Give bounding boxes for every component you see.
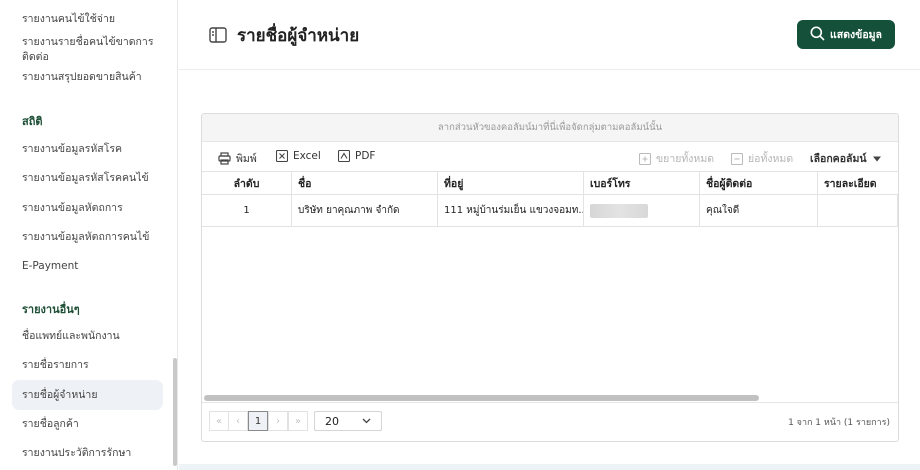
sidebar-item-procedure[interactable]: รายงานข้อมูลหัตถการ	[22, 201, 162, 216]
horizontal-scrollbar[interactable]	[204, 395, 759, 401]
sidebar-item-patient-expense[interactable]: รายงานคนไข้ใช้จ่าย	[22, 12, 162, 27]
choose-columns-label: เลือกคอลัมน์	[810, 153, 867, 165]
sidebar-section-other: รายงานอื่นๆ	[22, 303, 80, 316]
page-size-value: 20	[325, 414, 339, 428]
table-row[interactable]: 1 บริษัท ยาคุณภาพ จำกัด 111 หมู่บ้านร่มเ…	[202, 195, 898, 227]
redacted-phone	[590, 203, 648, 218]
cell-detail	[818, 195, 898, 226]
excel-button[interactable]: Excel	[276, 150, 321, 162]
pdf-label: PDF	[355, 150, 376, 162]
printer-icon	[218, 152, 231, 165]
sidebar-item-disease-code[interactable]: รายงานข้อมูลรหัสโรค	[22, 142, 162, 157]
page-header: รายชื่อผู้จำหน่าย แสดงข้อมูล	[179, 0, 920, 70]
sidebar: รายงานคนไข้ใช้จ่าย รายงานรายชื่อคนไข้ขาด…	[0, 0, 178, 470]
column-header-address[interactable]: ที่อยู่	[438, 172, 584, 194]
cell-name: บริษัท ยาคุณภาพ จำกัด	[292, 195, 438, 226]
page-title: รายชื่อผู้จำหน่าย	[237, 26, 360, 46]
sidebar-item-treatment-history[interactable]: รายงานประวัติการรักษา	[22, 446, 162, 461]
search-icon	[810, 26, 825, 44]
sidebar-item-patient-lost-contact[interactable]: รายงานรายชื่อคนไข้ขาดการติดต่อ	[22, 35, 162, 65]
sidebar-section-stats: สถิติ	[22, 115, 43, 128]
sidebar-item-patient-disease-code[interactable]: รายงานข้อมูลรหัสโรคคนไข้	[22, 171, 162, 186]
book-icon	[209, 27, 227, 43]
grid-toolbar: พิมพ์ Excel PDF ขยายทั้งหมด ย่อทั้งหมด เ…	[202, 142, 898, 172]
last-page-button[interactable]: »	[288, 411, 308, 431]
column-header-name[interactable]: ชื่อ	[292, 172, 438, 194]
pdf-icon	[338, 150, 350, 162]
collapse-all-button[interactable]: ย่อทั้งหมด	[731, 150, 793, 167]
pager-info: 1 จาก 1 หน้า (1 รายการ)	[788, 418, 890, 428]
column-header-detail[interactable]: รายละเอียด	[818, 172, 898, 194]
expand-all-label: ขยายทั้งหมด	[656, 153, 715, 165]
excel-icon	[276, 150, 288, 162]
sidebar-scrollbar[interactable]	[173, 358, 177, 466]
collapse-all-label: ย่อทั้งหมด	[748, 153, 794, 165]
first-page-button[interactable]: «	[209, 411, 229, 431]
column-header-no[interactable]: ลำดับ	[202, 172, 292, 194]
column-header-contact[interactable]: ชื่อผู้ติดต่อ	[700, 172, 818, 194]
show-data-label: แสดงข้อมูล	[830, 29, 882, 41]
sidebar-item-doctors-staff[interactable]: ชื่อแพทย์และพนักงาน	[22, 329, 162, 344]
column-header-phone[interactable]: เบอร์โทร	[584, 172, 700, 194]
print-button[interactable]: พิมพ์	[218, 150, 257, 167]
excel-label: Excel	[293, 150, 321, 162]
show-data-button[interactable]: แสดงข้อมูล	[797, 20, 895, 49]
caret-down-icon	[872, 155, 882, 163]
page-1-button[interactable]: 1	[248, 411, 268, 431]
collapse-icon	[731, 152, 743, 165]
app-root: รายงานคนไข้ใช้จ่าย รายงานรายชื่อคนไข้ขาด…	[0, 0, 920, 470]
sidebar-item-sales-summary[interactable]: รายงานสรุปยอดขายสินค้า	[22, 70, 162, 85]
cell-phone	[584, 195, 700, 226]
data-grid: ลากส่วนหัวของคอลัมน์มาที่นี่เพื่อจัดกลุ่…	[201, 113, 899, 442]
page-size-select[interactable]: 20	[314, 411, 382, 431]
pdf-button[interactable]: PDF	[338, 150, 375, 162]
expand-icon	[639, 152, 651, 165]
sidebar-item-item-list[interactable]: รายชื่อรายการ	[22, 358, 162, 373]
chevron-down-icon	[362, 418, 371, 424]
pager: « ‹ 1 › » 20 1 จาก 1 หน้า (1 รายการ)	[202, 402, 898, 440]
sidebar-item-e-payment[interactable]: E-Payment	[22, 259, 162, 274]
grid-header-row: ลำดับ ชื่อ ที่อยู่ เบอร์โทร ชื่อผู้ติดต่…	[202, 171, 898, 195]
next-page-button[interactable]: ›	[268, 411, 288, 431]
cell-contact: คุณใจดี	[700, 195, 818, 226]
sidebar-item-suppliers[interactable]: รายชื่อผู้จำหน่าย	[22, 388, 162, 403]
sidebar-item-patient-procedure[interactable]: รายงานข้อมูลหัตถการคนไข้	[22, 230, 162, 245]
choose-columns-button[interactable]: เลือกคอลัมน์	[810, 150, 882, 167]
sidebar-item-customers[interactable]: รายชื่อลูกค้า	[22, 417, 162, 432]
prev-page-button[interactable]: ‹	[228, 411, 248, 431]
expand-all-button[interactable]: ขยายทั้งหมด	[639, 150, 714, 167]
cell-no: 1	[202, 195, 292, 226]
footer-strip	[179, 464, 920, 470]
group-panel-hint[interactable]: ลากส่วนหัวของคอลัมน์มาที่นี่เพื่อจัดกลุ่…	[202, 114, 898, 142]
cell-address: 111 หมู่บ้านร่มเย็น แขวงจอมท...	[438, 195, 584, 226]
print-label: พิมพ์	[236, 153, 257, 165]
